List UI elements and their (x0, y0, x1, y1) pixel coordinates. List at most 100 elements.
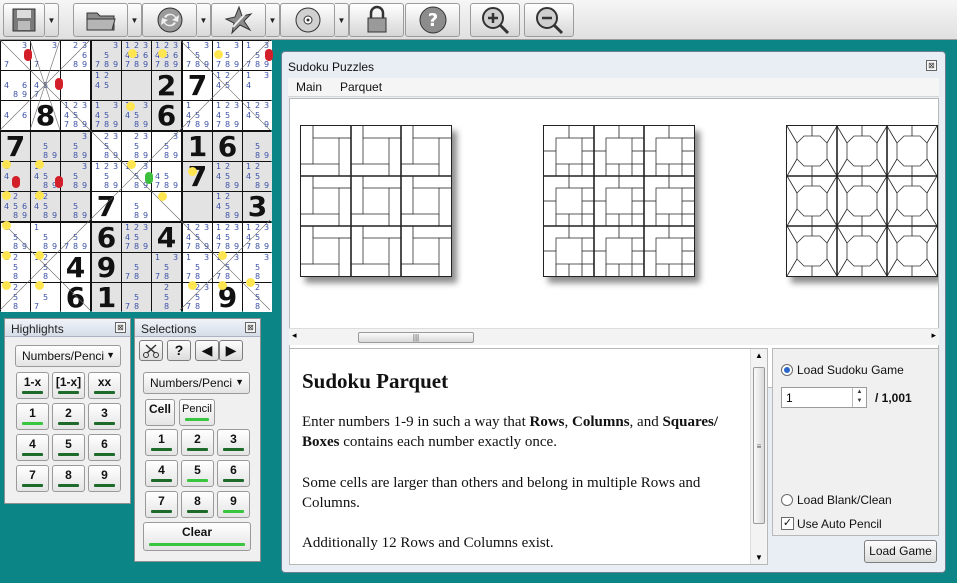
highlight-1-x-button[interactable]: 1-x (16, 372, 49, 399)
gallery-horizontal-scrollbar[interactable]: ◂ ||| ▸ (289, 328, 939, 345)
puzzle-heading: Sudoku Parquet (302, 369, 449, 393)
clear-button[interactable]: Clear (143, 522, 251, 551)
magic-button[interactable] (211, 3, 266, 37)
selections-number-9-button[interactable]: 9 (217, 491, 250, 518)
highlights-number-label: 2 (65, 406, 72, 420)
cell-marker (24, 49, 32, 61)
cell-marker (35, 251, 44, 260)
menu-main[interactable]: Main (296, 80, 322, 94)
puzzle-thumbnail-3[interactable] (786, 125, 938, 277)
help-button[interactable]: ? (405, 3, 460, 37)
load-game-radio[interactable] (781, 364, 793, 376)
selections-number-label: 1 (158, 432, 165, 446)
highlights-number-3-button[interactable]: 3 (88, 403, 121, 430)
cell-marker (2, 160, 11, 169)
parquet-pattern-1 (301, 126, 451, 276)
load-game-button[interactable]: Load Game (864, 540, 937, 563)
scroll-right-icon[interactable]: ▸ (931, 330, 936, 341)
highlights-number-7-button[interactable]: 7 (16, 465, 49, 492)
cell-marker (188, 167, 197, 176)
scroll-thumb[interactable]: ||| (358, 332, 474, 343)
selections-number-8-button[interactable]: 8 (181, 491, 214, 518)
load-blank-radio[interactable] (781, 494, 793, 506)
clear-label: Clear (181, 525, 213, 539)
scroll-left-icon[interactable]: ◂ (292, 330, 297, 341)
highlights-number-1-button[interactable]: 1 (16, 403, 49, 430)
back-arrow-button[interactable]: ◀ (195, 340, 219, 361)
zoom-out-button[interactable] (524, 3, 574, 37)
lock-button[interactable] (349, 3, 404, 37)
cell-marker (35, 191, 44, 200)
description-vertical-scrollbar[interactable]: ▲ ≡ ▼ (750, 349, 767, 564)
selections-number-3-button[interactable]: 3 (217, 429, 250, 456)
disc-button[interactable] (280, 3, 335, 37)
game-number-input[interactable]: 1 ▲ ▼ (781, 387, 867, 408)
selections-number-7-button[interactable]: 7 (145, 491, 178, 518)
scroll-up-icon[interactable]: ▲ (755, 351, 763, 360)
open-dropdown-arrow[interactable]: ▼ (128, 3, 142, 37)
arrow-left-icon: ◀ (201, 342, 213, 358)
selections-title-bar: Selections ⊠ (135, 319, 260, 337)
arrow-right-icon: ▶ (225, 342, 237, 358)
pencil-mode-button[interactable]: Pencil (179, 399, 215, 426)
disc-dropdown-arrow[interactable]: ▼ (335, 3, 349, 37)
cell-marker (55, 176, 63, 188)
game-number-spinner[interactable]: ▲ ▼ (852, 388, 866, 407)
game-total: / 1,001 (875, 391, 912, 405)
highlight-xx-button[interactable]: xx (88, 372, 121, 399)
pencil-mode-label: Pencil (182, 403, 212, 415)
selections-number-5-button[interactable]: 5 (181, 460, 214, 487)
refresh-dropdown-arrow[interactable]: ▼ (197, 3, 211, 37)
zoom-in-button[interactable] (470, 3, 520, 37)
highlights-close-icon[interactable]: ⊠ (115, 322, 126, 333)
highlights-number-2-button[interactable]: 2 (52, 403, 85, 430)
puzzle-thumbnail-1[interactable] (300, 125, 452, 277)
cell-marker (158, 192, 167, 201)
save-dropdown-arrow[interactable]: ▼ (45, 3, 59, 37)
puzzle-thumbnail-2[interactable] (543, 125, 695, 277)
selections-close-icon[interactable]: ⊠ (245, 322, 256, 333)
highlights-number-9-button[interactable]: 9 (88, 465, 121, 492)
selections-panel: Selections ⊠ ? ◀ ▶ Numbers/Penci ▼ Cell P… (134, 318, 261, 562)
open-button[interactable] (73, 3, 128, 37)
highlights-number-label: 5 (65, 437, 72, 451)
selections-number-2-button[interactable]: 2 (181, 429, 214, 456)
highlights-number-4-button[interactable]: 4 (16, 434, 49, 461)
menu-parquet[interactable]: Parquet (340, 80, 382, 94)
save-button[interactable] (3, 3, 45, 37)
selections-number-6-button[interactable]: 6 (217, 460, 250, 487)
refresh-button[interactable] (142, 3, 197, 37)
cell-marker (2, 251, 11, 260)
description-paragraph-2: Some cells are larger than others and be… (302, 475, 701, 511)
scroll-thumb-vertical[interactable]: ≡ (753, 367, 765, 524)
highlights-number-5-button[interactable]: 5 (52, 434, 85, 461)
selections-number-label: 2 (194, 432, 201, 446)
cell-marker (265, 49, 273, 61)
auto-pencil-label: Use Auto Pencil (797, 517, 882, 531)
highlights-title: Highlights (11, 322, 64, 336)
highlights-number-label: 3 (101, 406, 108, 420)
zoom-in-icon (482, 7, 510, 35)
highlights-number-8-button[interactable]: 8 (52, 465, 85, 492)
cell-marker (2, 191, 11, 200)
highlights-panel: Highlights ⊠ Numbers/Penci ▼ 1-x [1-x] xx… (4, 318, 131, 504)
selections-dropdown[interactable]: Numbers/Penci ▼ (143, 372, 250, 394)
sudoku-board[interactable]: 3737236893578912345678912345678913578913… (0, 40, 273, 312)
description-paragraph-1: Enter numbers 1-9 in such a way that Row… (302, 414, 719, 450)
highlights-number-6-button[interactable]: 6 (88, 434, 121, 461)
scroll-down-icon[interactable]: ▼ (755, 553, 763, 562)
selections-number-4-button[interactable]: 4 (145, 460, 178, 487)
cut-button[interactable] (139, 340, 163, 361)
window-close-icon[interactable]: ⊠ (926, 60, 937, 71)
magic-dropdown-arrow[interactable]: ▼ (266, 3, 280, 37)
game-number-value: 1 (786, 391, 793, 405)
cell-mode-button[interactable]: Cell (145, 399, 175, 426)
highlights-dropdown[interactable]: Numbers/Penci ▼ (15, 345, 121, 367)
question-button[interactable]: ? (167, 340, 191, 361)
highlight-1-x-label: 1-x (23, 375, 42, 389)
cell-marker (126, 102, 135, 111)
selections-number-1-button[interactable]: 1 (145, 429, 178, 456)
auto-pencil-checkbox[interactable]: ✓ (781, 517, 794, 530)
highlight-range-button[interactable]: [1-x] (52, 372, 85, 399)
forward-arrow-button[interactable]: ▶ (219, 340, 243, 361)
